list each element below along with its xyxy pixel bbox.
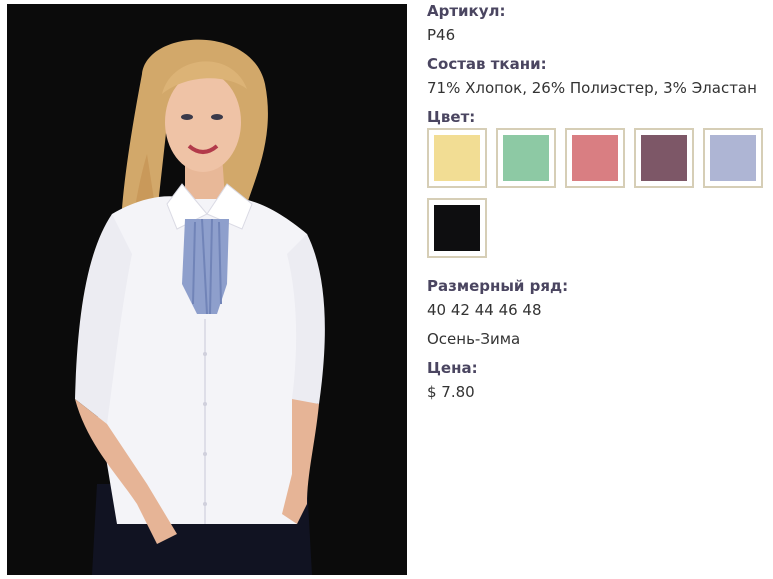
article-value: P46 — [427, 26, 456, 44]
article-label: Артикул: — [427, 2, 506, 20]
model-photo-illustration — [7, 4, 407, 575]
swatch-fill — [572, 135, 618, 181]
swatch-fill — [710, 135, 756, 181]
color-swatch-plum[interactable] — [634, 128, 694, 188]
sizes-value: 40 42 44 46 48 — [427, 301, 542, 319]
swatch-fill — [641, 135, 687, 181]
sizes-label: Размерный ряд: — [427, 277, 569, 295]
fabric-label: Состав ткани: — [427, 55, 547, 73]
swatch-fill — [434, 205, 480, 251]
season-value: Осень-Зима — [427, 330, 521, 348]
color-swatch-green[interactable] — [496, 128, 556, 188]
price-label: Цена: — [427, 359, 478, 377]
price-value: $ 7.80 — [427, 383, 475, 401]
color-label: Цвет: — [427, 108, 476, 126]
color-swatch-black[interactable] — [427, 198, 487, 258]
swatch-fill — [434, 135, 480, 181]
fabric-value: 71% Хлопок, 26% Полиэстер, 3% Эластан — [427, 79, 757, 97]
product-page: Артикул: P46 Состав ткани: 71% Хлопок, 2… — [0, 0, 773, 579]
product-photo — [7, 4, 407, 575]
color-swatch-pink[interactable] — [565, 128, 625, 188]
swatch-fill — [503, 135, 549, 181]
color-swatch-light-blue[interactable] — [703, 128, 763, 188]
color-swatch-yellow[interactable] — [427, 128, 487, 188]
